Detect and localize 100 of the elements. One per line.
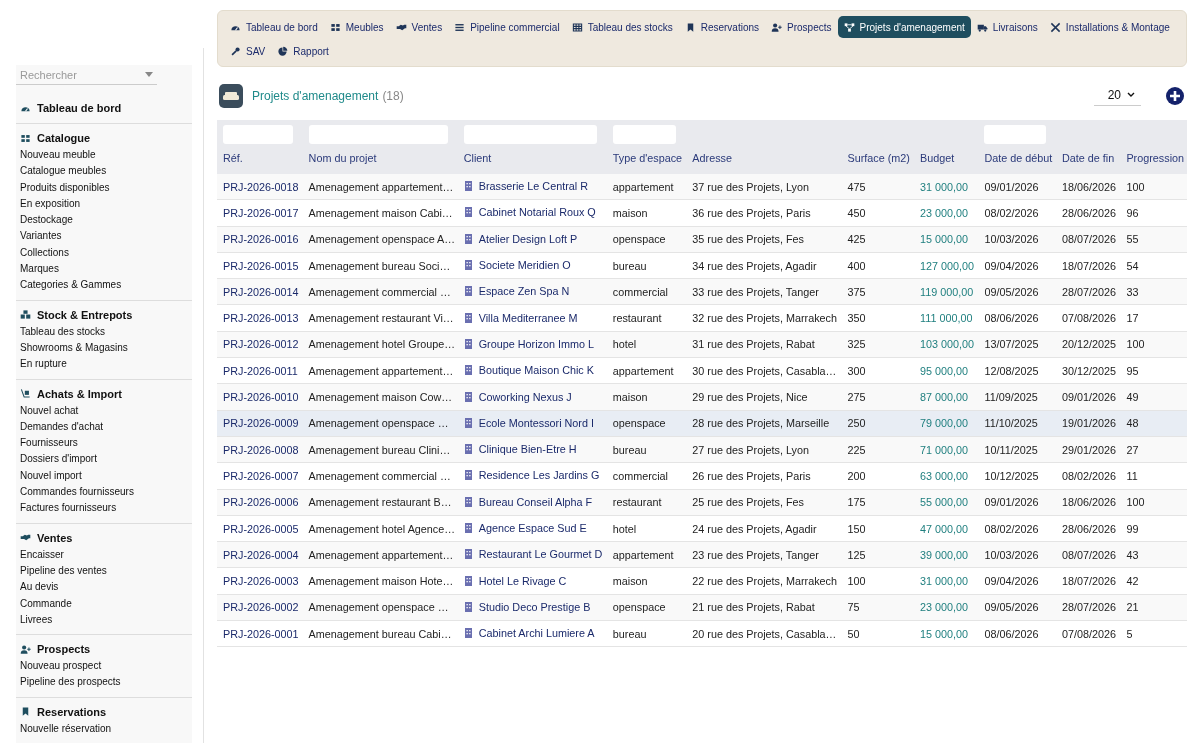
table-row[interactable]: PRJ-2026-0018 Amenagement appartement… Brasserie Le Central R appartement 37 rue des Projets, Lyon 475 31 000,00 09/01/2026 18/06/2026 100 (217, 174, 1187, 200)
sidebar-item[interactable]: Pipeline des ventes (20, 562, 188, 580)
client-link[interactable]: Residence Les Jardins G (478, 469, 600, 482)
table-row[interactable]: PRJ-2026-0004 Amenagement appartement… Restaurant Le Gourmet D appartement 23 rue des Projets, Tanger 125 39 000,00 10/03/2026 08/07/2026 43 (217, 541, 1187, 568)
client-link[interactable]: Atelier Design Loft P (478, 232, 578, 245)
table-row[interactable]: PRJ-2026-0017 Amenagement maison Cabi… Cabinet Notarial Roux Q maison 36 rue des Projets, Paris 450 23 000,00 08/02/2026 28/06/2026 96 (217, 199, 1187, 227)
nav-tab[interactable]: Prospects (765, 16, 838, 38)
reference-link[interactable]: PRJ-2026-0016 (223, 233, 299, 246)
reference-link[interactable]: PRJ-2026-0013 (223, 312, 299, 325)
sidebar-heading[interactable]: Tableau de bord (37, 102, 122, 114)
sidebar-item[interactable]: Dossiers d'import (20, 451, 188, 468)
page-size-select[interactable]: 20 (1093, 86, 1141, 106)
sidebar-item[interactable]: En rupture (20, 356, 188, 373)
client-link[interactable]: Bureau Conseil Alpha F (478, 495, 593, 508)
table-row[interactable]: PRJ-2026-0010 Amenagement maison Cow… Coworking Nexus J maison 29 rue des Projets, Nice 275 87 000,00 11/09/2025 09/01/2026 49 (217, 383, 1187, 411)
client-link[interactable]: Clinique Bien-Etre H (478, 443, 577, 456)
sidebar-item[interactable]: Factures fournisseurs (20, 500, 188, 517)
search-field[interactable]: Rechercher (16, 66, 157, 85)
sidebar-item[interactable]: Destockage (20, 212, 188, 229)
column-header[interactable]: Type d'espace (612, 152, 685, 174)
table-row[interactable]: PRJ-2026-0003 Amenagement maison Hote… Hotel Le Rivage C maison 22 rue des Projets, Marrakech 100 31 000,00 09/04/2026 18/07/2026 42 (217, 567, 1187, 595)
reference-link[interactable]: PRJ-2026-0008 (223, 443, 299, 456)
sidebar-heading[interactable]: Prospects (37, 643, 91, 656)
nav-tab[interactable]: Tableau des stocks (565, 16, 679, 38)
column-header[interactable]: Date de début (984, 152, 1054, 174)
sidebar-item[interactable]: Livrees (20, 611, 188, 629)
reference-link[interactable]: PRJ-2026-0002 (223, 601, 299, 614)
client-link[interactable]: Cabinet Notarial Roux Q (478, 206, 596, 219)
column-header[interactable]: Réf. (223, 152, 301, 174)
client-link[interactable]: Espace Zen Spa N (478, 285, 570, 298)
sidebar-heading[interactable]: Achats & Import (37, 387, 122, 400)
reference-link[interactable]: PRJ-2026-0007 (223, 469, 299, 482)
client-link[interactable]: Villa Mediterranee M (478, 311, 578, 324)
nav-tab[interactable]: Pipeline commercial (448, 16, 566, 38)
client-link[interactable]: Cabinet Archi Lumiere A (478, 627, 595, 640)
sidebar-heading[interactable]: Ventes (37, 531, 73, 544)
sidebar-item[interactable]: Collections (20, 244, 188, 262)
reference-link[interactable]: PRJ-2026-0010 (223, 391, 299, 403)
sidebar-item[interactable]: Au devis (20, 579, 188, 596)
sidebar-item[interactable]: Demandes d'achat (20, 418, 188, 436)
sidebar-item[interactable]: Nouveau meuble (20, 147, 188, 164)
nav-tab[interactable]: Installations & Montage (1043, 16, 1176, 38)
sidebar-heading[interactable]: Catalogue (37, 132, 91, 144)
table-row[interactable]: PRJ-2026-0007 Amenagement commercial … Residence Les Jardins G commercial 26 rue des Projets, Paris 200 63 000,00 10/12/2025 08/02/2026 11 (217, 462, 1187, 490)
client-link[interactable]: Agence Espace Sud E (478, 522, 587, 534)
client-link[interactable]: Ecole Montessori Nord I (478, 416, 594, 429)
client-link[interactable]: Restaurant Le Gourmet D (478, 548, 603, 561)
sidebar-item[interactable]: Pipeline des prospects (20, 674, 188, 691)
client-link[interactable]: Brasserie Le Central R (478, 180, 588, 193)
client-link[interactable]: Groupe Horizon Immo L (478, 337, 594, 350)
table-row[interactable]: PRJ-2026-0006 Amenagement restaurant B… Bureau Conseil Alpha F restaurant 25 rue des Projets, Fes 175 55 000,00 09/01/2026 18/06/2026 100 (217, 489, 1187, 516)
reference-link[interactable]: PRJ-2026-0009 (223, 417, 299, 430)
column-header[interactable]: Adresse (692, 152, 840, 174)
reference-link[interactable]: PRJ-2026-0004 (223, 548, 299, 561)
column-header[interactable]: Surface (m2) (847, 152, 912, 174)
sidebar-item[interactable]: Fournisseurs (20, 435, 188, 452)
reference-link[interactable]: PRJ-2026-0015 (223, 259, 299, 272)
table-row[interactable]: PRJ-2026-0005 Amenagement hotel Agence… Agence Espace Sud E hotel 24 rue des Projets, Agadir 150 47 000,00 08/02/2026 28/06/2026 99 (217, 515, 1187, 542)
client-link[interactable]: Boutique Maison Chic K (478, 364, 594, 377)
table-row[interactable]: PRJ-2026-0014 Amenagement commercial … Espace Zen Spa N commercial 33 rue des Projets, Tanger 375 119 000,00 09/05/2026 28/07/2026 33 (217, 278, 1187, 305)
sidebar-item[interactable]: En exposition (20, 195, 188, 213)
client-link[interactable]: Societe Meridien O (478, 259, 571, 272)
column-header[interactable]: Date de fin (1061, 152, 1119, 174)
reference-link[interactable]: PRJ-2026-0001 (223, 627, 299, 640)
column-header[interactable]: Nom du projet (308, 152, 456, 174)
sidebar-item[interactable]: Variantes (20, 228, 188, 245)
reference-link[interactable]: PRJ-2026-0005 (223, 522, 299, 535)
sidebar-item[interactable]: Catalogue meubles (20, 163, 188, 180)
nav-tab[interactable]: SAV (224, 40, 272, 62)
sidebar-item[interactable]: Commandes fournisseurs (20, 484, 188, 501)
reference-link[interactable]: PRJ-2026-0014 (223, 285, 299, 298)
column-header[interactable]: Progression (1126, 152, 1185, 174)
nav-tab[interactable]: Ventes (389, 16, 449, 38)
sidebar-item[interactable]: Nouvelle réservation (20, 720, 188, 737)
nav-tab[interactable]: Tableau de bord (224, 16, 324, 38)
add-icon[interactable] (1165, 86, 1185, 106)
table-row[interactable]: PRJ-2026-0013 Amenagement restaurant Vi… Villa Mediterranee M restaurant 32 rue des Projets, Marrakech 350 111 000,00 08/06/2026 07/08/2026 17 (217, 305, 1187, 332)
sidebar-item[interactable]: Nouvel import (20, 467, 188, 485)
sidebar-heading[interactable]: Stock & Entrepots (37, 308, 133, 321)
table-row[interactable]: PRJ-2026-0002 Amenagement openspace … Studio Deco Prestige B openspace 21 rue des Projets, Rabat 75 23 000,00 09/05/2026 28/07/2026 21 (217, 594, 1187, 621)
reference-link[interactable]: PRJ-2026-0012 (223, 338, 299, 351)
nav-tab[interactable]: Meubles (323, 16, 390, 38)
reference-link[interactable]: PRJ-2026-0018 (223, 180, 299, 193)
nav-tab[interactable]: Livraisons (970, 16, 1044, 38)
table-row[interactable]: PRJ-2026-0001 Amenagement bureau Cabi… Cabinet Archi Lumiere A bureau 20 rue des Projets, Casabla… 50 15 000,00 08/06/2026 07/08/2026 5 (217, 620, 1187, 647)
table-row[interactable]: PRJ-2026-0012 Amenagement hotel Groupe… Groupe Horizon Immo L hotel 31 rue des Projets, Rabat 325 103 000,00 13/07/2025 20/12/2025 100 (217, 331, 1187, 358)
sidebar-item[interactable]: Tableau des stocks (20, 323, 188, 340)
sidebar-item[interactable]: Nouvel achat (20, 402, 188, 419)
client-link[interactable]: Studio Deco Prestige B (478, 600, 591, 613)
column-header[interactable]: Client (463, 152, 605, 174)
column-header[interactable]: Budget (919, 152, 977, 174)
sidebar-heading[interactable]: Reservations (37, 705, 107, 718)
reference-link[interactable]: PRJ-2026-0011 (223, 364, 298, 377)
reference-link[interactable]: PRJ-2026-0006 (223, 496, 299, 509)
sidebar-item[interactable]: Showrooms & Magasins (20, 339, 188, 357)
table-row[interactable]: PRJ-2026-0015 Amenagement bureau Soci… Societe Meridien O bureau 34 rue des Projets, Agadir 400 127 000,00 09/04/2026 18/07/2026 54 (217, 252, 1187, 279)
sidebar-item[interactable]: Nouveau prospect (20, 658, 188, 675)
table-row[interactable]: PRJ-2026-0016 Amenagement openspace A… Atelier Design Loft P openspace 35 rue des Projets, Fes 425 15 000,00 10/03/2026 08/07/2026 55 (217, 226, 1187, 253)
nav-tab[interactable]: Projets d'amenagement (837, 16, 971, 38)
table-row[interactable]: PRJ-2026-0009 Amenagement openspace … Ecole Montessori Nord I openspace 28 rue des Projets, Marseille 250 79 000,00 11/10/2025 19/01/2026 48 (217, 410, 1187, 437)
